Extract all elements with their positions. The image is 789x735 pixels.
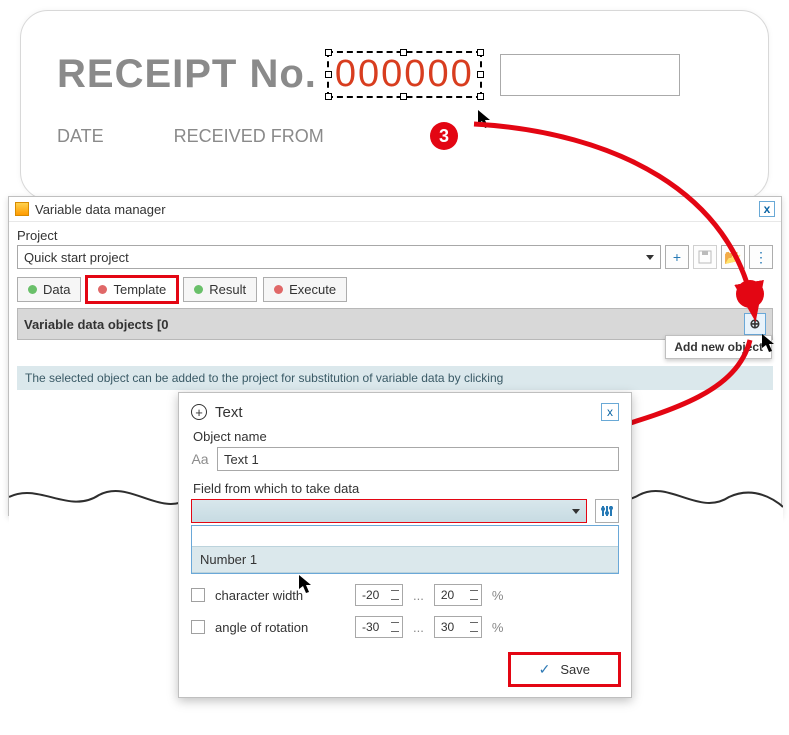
angle-label: angle of rotation: [215, 620, 345, 635]
tab-result-label: Result: [209, 282, 246, 297]
selection-handle[interactable]: [477, 93, 484, 100]
app-icon: [15, 202, 29, 216]
selection-handle[interactable]: [325, 93, 332, 100]
more-menu-button[interactable]: ⋮: [749, 245, 773, 269]
tab-execute[interactable]: Execute: [263, 277, 347, 302]
tab-template[interactable]: Template: [87, 277, 177, 302]
project-select-value: Quick start project: [24, 250, 129, 265]
close-icon: x: [764, 202, 771, 216]
receipt-title-text: RECEIPT No.: [57, 52, 317, 97]
save-button[interactable]: ✓ Save: [510, 654, 619, 685]
variable-data-objects-header: Variable data objects [0 ⊕ Add new objec…: [17, 308, 773, 340]
selection-handle[interactable]: [325, 49, 332, 56]
dropdown-option-number1[interactable]: Number 1: [192, 546, 618, 573]
selection-handle[interactable]: [477, 49, 484, 56]
more-icon: ⋮: [754, 249, 768, 266]
selected-text-value: 000000: [335, 53, 474, 95]
tab-data[interactable]: Data: [17, 277, 81, 302]
text-type-icon: Aa: [191, 451, 209, 467]
status-dot-green: [28, 285, 37, 294]
help-strip: The selected object can be added to the …: [17, 366, 773, 390]
percent-label: %: [492, 620, 504, 635]
add-text-object-dialog: + Text x Object name Aa Text 1 Field fro…: [178, 392, 632, 698]
status-dot-red: [274, 285, 283, 294]
tooltip-text: Add new object: [674, 340, 763, 354]
window-titlebar: Variable data manager x: [9, 197, 781, 222]
tab-template-label: Template: [113, 282, 166, 297]
check-icon: ✓: [539, 661, 551, 678]
status-dot-green: [194, 285, 203, 294]
object-name-label: Object name: [193, 429, 619, 444]
selected-text-object[interactable]: 000000: [327, 51, 482, 98]
window-title: Variable data manager: [35, 202, 166, 217]
receipt-card: RECEIPT No. 000000 DATE RECEIVED FROM: [20, 10, 769, 200]
project-select[interactable]: Quick start project: [17, 245, 661, 269]
status-dot-red: [98, 285, 107, 294]
dropdown-option-label: Number 1: [200, 552, 257, 567]
char-width-row: character width -20 ... 20 %: [191, 584, 619, 606]
char-width-min-spinner[interactable]: -20: [355, 584, 403, 606]
save-icon: [698, 250, 712, 264]
close-icon: x: [607, 405, 613, 419]
tab-result[interactable]: Result: [183, 277, 257, 302]
add-new-object-button[interactable]: ⊕: [744, 313, 766, 335]
save-label: Save: [560, 662, 590, 677]
new-project-button[interactable]: +: [665, 245, 689, 269]
add-icon: ⊕: [750, 316, 761, 332]
field-source-label: Field from which to take data: [193, 481, 619, 496]
tab-execute-label: Execute: [289, 282, 336, 297]
step-badge-4-text: 4: [745, 284, 755, 305]
plus-icon: +: [673, 249, 681, 265]
dropdown-option-blank[interactable]: [192, 526, 618, 546]
angle-max-spinner[interactable]: 30: [434, 616, 482, 638]
receipt-title-row: RECEIPT No. 000000: [57, 51, 732, 98]
object-name-input[interactable]: Text 1: [217, 447, 619, 471]
project-label: Project: [17, 228, 773, 243]
field-source-select[interactable]: [191, 499, 587, 523]
add-new-object-tooltip: Add new object: [665, 335, 772, 359]
char-width-max-spinner[interactable]: 20: [434, 584, 482, 606]
tab-data-label: Data: [43, 282, 70, 297]
step-badge-3-text: 3: [439, 126, 449, 147]
selection-handle[interactable]: [400, 49, 407, 56]
sliders-icon: [600, 504, 614, 518]
plus-circle-icon: +: [191, 404, 207, 420]
open-project-button[interactable]: 📂: [721, 245, 745, 269]
received-from-label: RECEIVED FROM: [174, 126, 324, 147]
tab-row: Data Template Result Execute: [17, 277, 773, 302]
date-label: DATE: [57, 126, 104, 147]
close-button[interactable]: x: [759, 201, 775, 217]
folder-icon: 📂: [724, 249, 741, 266]
selection-handle[interactable]: [325, 71, 332, 78]
range-ellipsis: ...: [413, 588, 424, 603]
selection-handle[interactable]: [477, 71, 484, 78]
help-strip-text: The selected object can be added to the …: [25, 371, 503, 385]
object-name-value: Text 1: [224, 452, 259, 467]
field-source-dropdown: Number 1: [191, 525, 619, 574]
vdo-header-text: Variable data objects [0: [24, 317, 169, 332]
angle-min-spinner[interactable]: -30: [355, 616, 403, 638]
dialog-title: Text: [215, 404, 243, 421]
dialog-title-row: + Text x: [191, 403, 619, 421]
step-badge-4: 4: [736, 280, 764, 308]
receipt-payee-box: [500, 54, 680, 96]
range-ellipsis: ...: [413, 620, 424, 635]
char-width-label: character width: [215, 588, 345, 603]
char-width-checkbox[interactable]: [191, 588, 205, 602]
field-settings-button[interactable]: [595, 499, 619, 523]
selection-handle[interactable]: [400, 93, 407, 100]
step-badge-3: 3: [430, 122, 458, 150]
angle-row: angle of rotation -30 ... 30 %: [191, 616, 619, 638]
save-project-button: [693, 245, 717, 269]
percent-label: %: [492, 588, 504, 603]
receipt-field-row: DATE RECEIVED FROM: [57, 126, 732, 147]
angle-checkbox[interactable]: [191, 620, 205, 634]
dialog-close-button[interactable]: x: [601, 403, 619, 421]
